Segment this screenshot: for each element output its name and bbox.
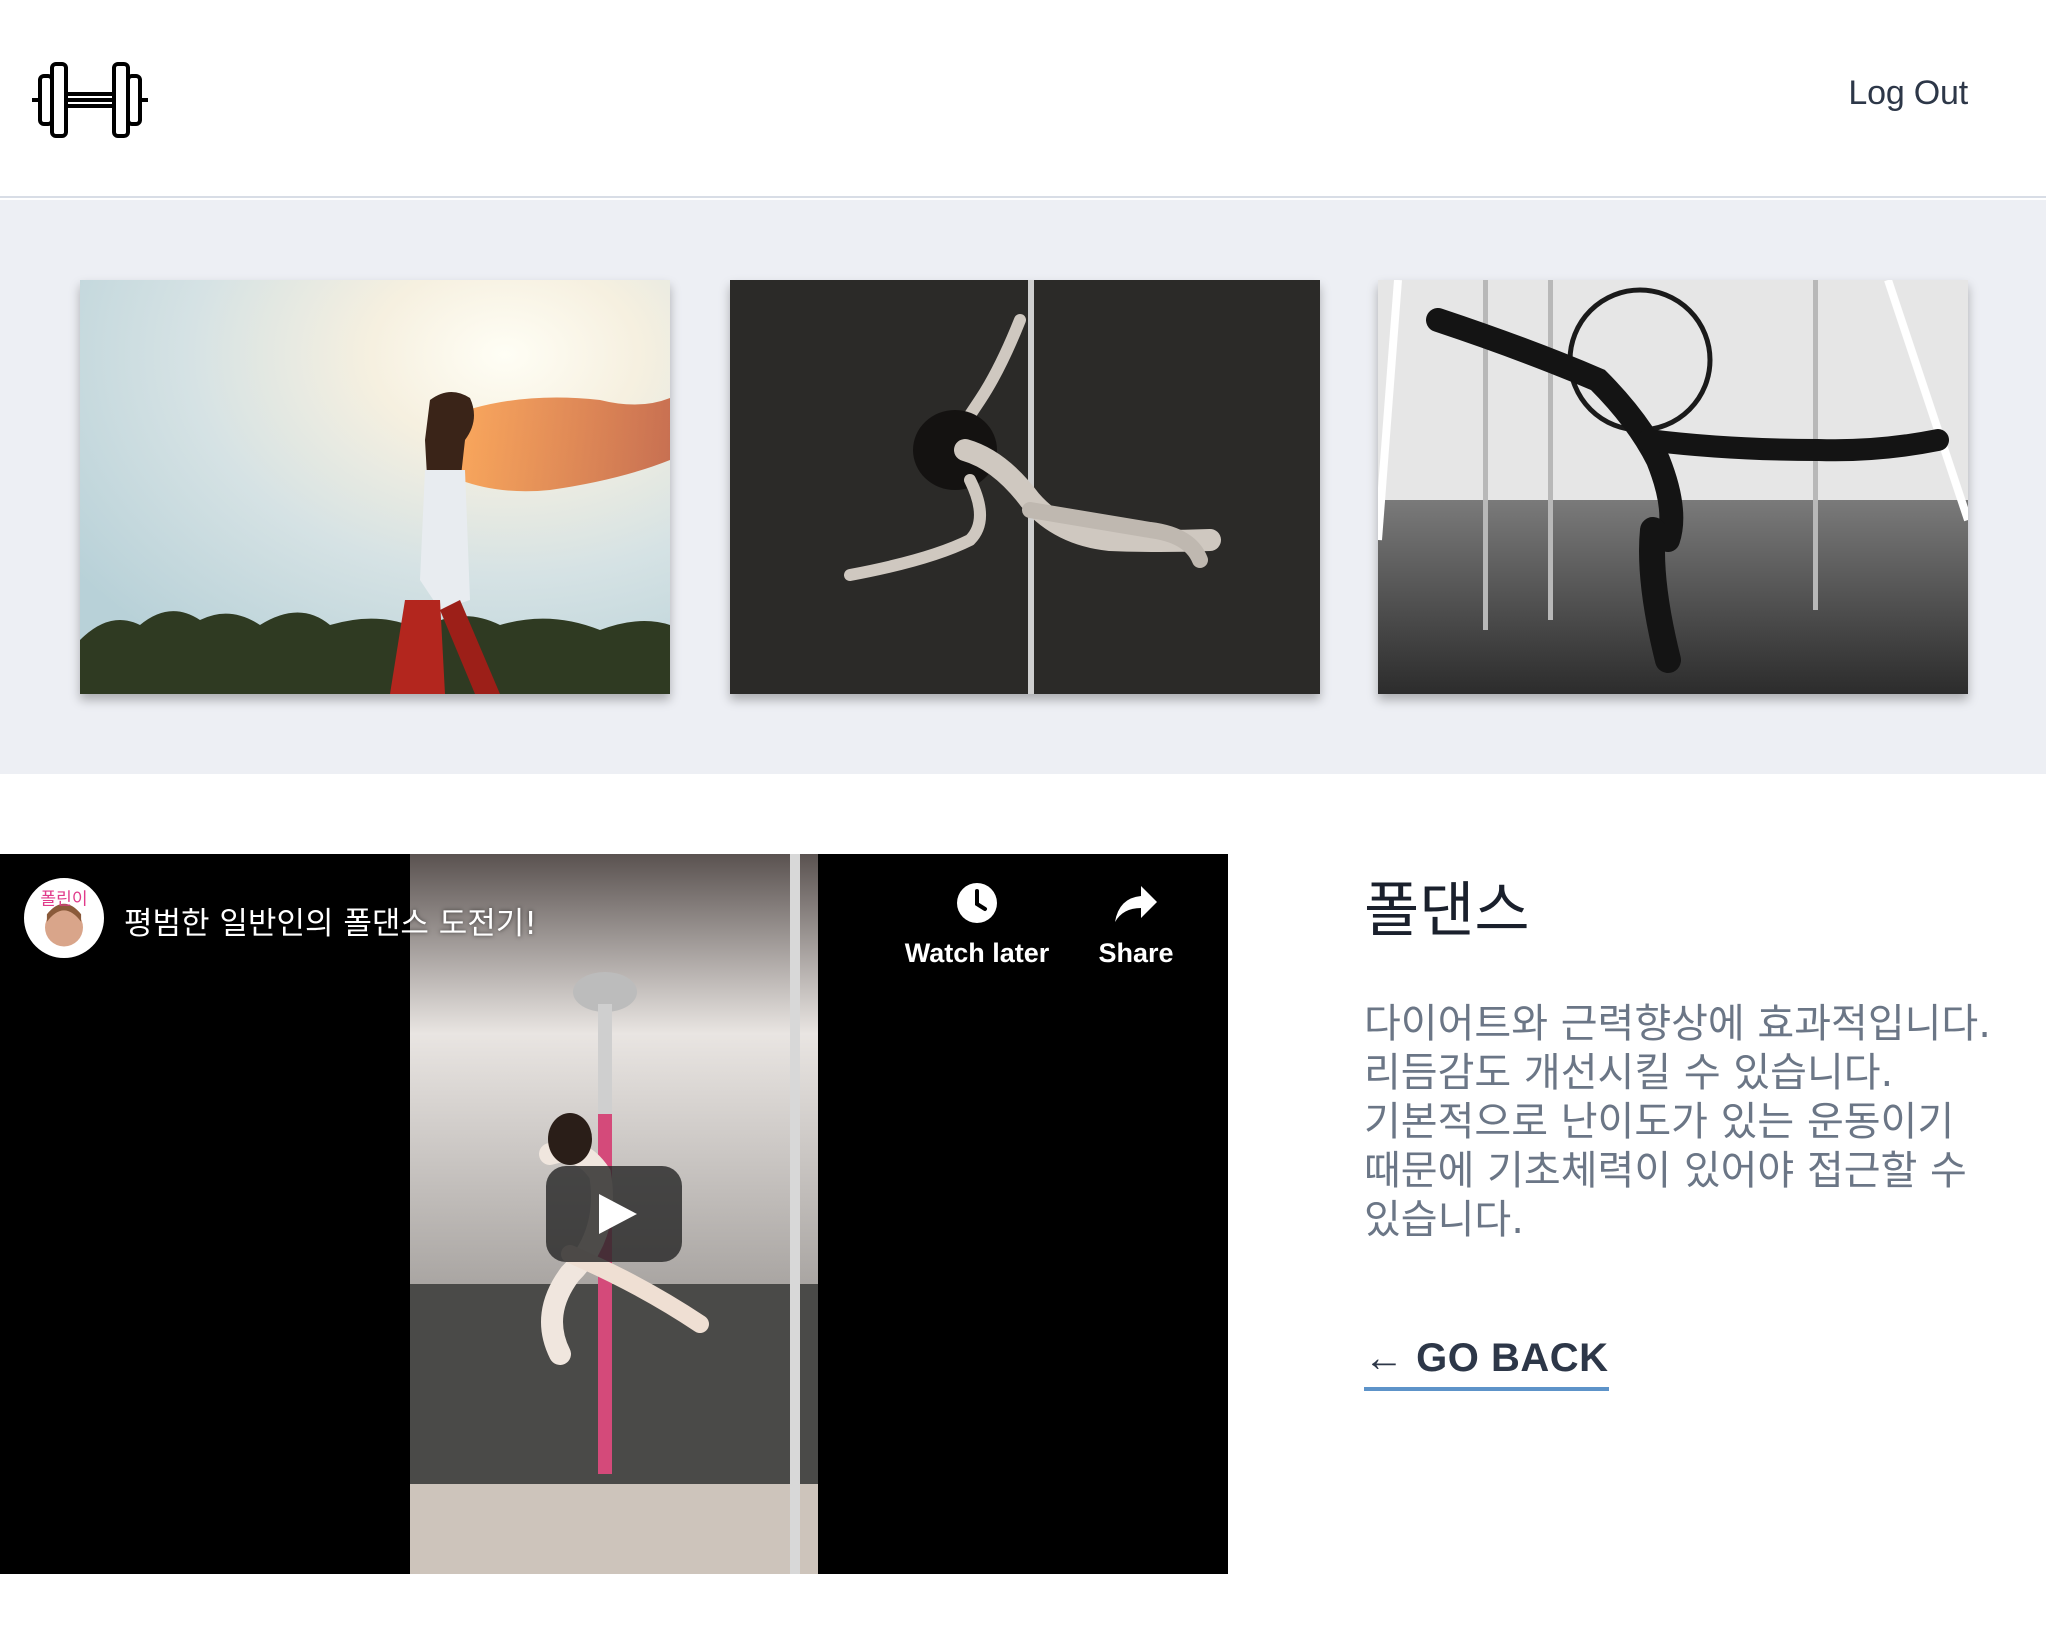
- play-icon[interactable]: [546, 1166, 682, 1262]
- share-arrow-icon: [1115, 886, 1157, 922]
- share-label: Share: [1098, 938, 1174, 968]
- description-line: 때문에 기초체력이 있어야 접근할 수: [1364, 1148, 1967, 1194]
- channel-avatar[interactable]: 폴린이: [24, 878, 104, 958]
- share-button[interactable]: Share: [1090, 880, 1182, 969]
- app-header: Log Out: [0, 0, 2046, 198]
- video-player[interactable]: 폴린이 평범한 일반인의 폴댄스 도전기! Watch later Share: [0, 854, 1228, 1574]
- svg-text:폴린이: 폴린이: [40, 890, 87, 910]
- go-back-link[interactable]: ← GO BACK: [1364, 1336, 1609, 1391]
- description: 다이어트와 근력향상에 효과적입니다. 리듬감도 개선시킬 수 있습니다. 기본…: [1364, 1000, 2024, 1245]
- logout-button[interactable]: Log Out: [1848, 74, 1968, 113]
- watch-later-label: Watch later: [904, 938, 1050, 968]
- video-title[interactable]: 평범한 일반인의 폴댄스 도전기!: [124, 898, 537, 943]
- gallery-image-aerial-studio[interactable]: [1378, 280, 1968, 694]
- description-line: 리듬감도 개선시킬 수 있습니다.: [1364, 1050, 1894, 1096]
- clock-icon: [957, 883, 997, 923]
- page-title: 폴댄스: [1364, 876, 1530, 946]
- image-gallery: [0, 200, 2046, 774]
- description-line: 다이어트와 근력향상에 효과적입니다.: [1364, 1001, 1991, 1047]
- gallery-image-scarf-sunset[interactable]: [80, 280, 670, 694]
- description-line: 기본적으로 난이도가 있는 운동이기: [1364, 1099, 1955, 1145]
- description-line: 있습니다.: [1364, 1197, 1524, 1243]
- dumbbell-icon[interactable]: [30, 60, 150, 140]
- watch-later-button[interactable]: Watch later: [902, 880, 1052, 969]
- gallery-image-pole-dancer[interactable]: [730, 280, 1320, 694]
